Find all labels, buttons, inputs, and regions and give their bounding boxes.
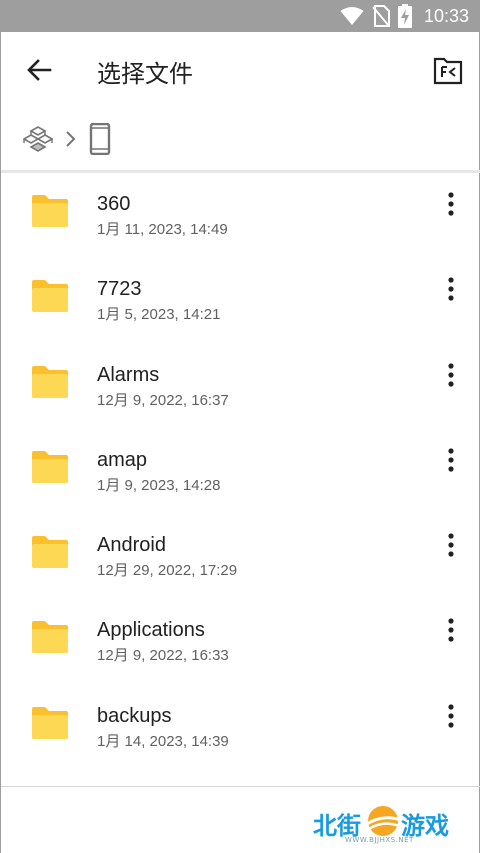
chevron-right-icon bbox=[61, 129, 81, 149]
breadcrumb bbox=[1, 108, 480, 170]
file-name: amap bbox=[97, 448, 148, 471]
list-item[interactable]: amap 1月 9, 2023, 14:28 bbox=[1, 430, 480, 515]
more-options-button[interactable] bbox=[437, 702, 465, 730]
back-button[interactable] bbox=[21, 52, 57, 88]
wifi-icon bbox=[340, 6, 364, 26]
file-date: 1月 9, 2023, 14:28 bbox=[97, 476, 221, 494]
folder-icon bbox=[32, 706, 68, 739]
watermark-logo-icon bbox=[366, 806, 402, 836]
battery-charging-icon bbox=[397, 4, 412, 28]
file-date: 1月 5, 2023, 14:21 bbox=[97, 306, 221, 324]
folder-select-icon bbox=[433, 57, 463, 85]
watermark: 北街 游戏 WWW.BJJHXS.NET bbox=[311, 802, 471, 848]
folder-icon bbox=[32, 621, 68, 654]
file-name: Applications bbox=[97, 619, 205, 642]
breadcrumb-divider bbox=[1, 170, 480, 173]
file-date: 12月 9, 2022, 16:33 bbox=[97, 647, 229, 665]
folder-icon bbox=[32, 536, 68, 569]
arrow-back-icon bbox=[27, 59, 52, 81]
file-name: Alarms bbox=[97, 363, 160, 386]
more-options-button[interactable] bbox=[437, 190, 465, 218]
folder-icon bbox=[32, 280, 68, 313]
no-sim-icon bbox=[372, 5, 390, 27]
file-date: 12月 29, 2022, 17:29 bbox=[97, 562, 238, 580]
more-options-button[interactable] bbox=[437, 275, 465, 303]
file-date: 1月 11, 2023, 14:49 bbox=[97, 221, 228, 238]
file-name: Android bbox=[97, 534, 166, 557]
root-storage-icon[interactable] bbox=[23, 126, 53, 152]
page-title: 选择文件 bbox=[97, 60, 193, 88]
list-item[interactable]: Alarms 12月 9, 2022, 16:37 bbox=[1, 345, 480, 430]
more-vert-icon bbox=[448, 618, 454, 643]
file-list: 360 1月 11, 2023, 14:49 7723 1月 5, 2023, … bbox=[1, 174, 480, 771]
file-date: 1月 14, 2023, 14:39 bbox=[97, 732, 229, 750]
list-item[interactable]: Android 12月 29, 2022, 17:29 bbox=[1, 515, 480, 600]
more-vert-icon bbox=[448, 704, 454, 728]
more-vert-icon bbox=[448, 533, 454, 557]
toolbar: 选择文件 bbox=[1, 32, 480, 108]
list-item[interactable]: 7723 1月 5, 2023, 14:21 bbox=[1, 259, 480, 344]
file-name: 360 bbox=[97, 193, 131, 215]
status-bar: 10:33 bbox=[1, 0, 480, 32]
screen-frame: 10:33 选择文件 360 1月 11, 2023, 14:49 7723 1… bbox=[0, 0, 480, 853]
phone-icon[interactable] bbox=[89, 123, 111, 155]
list-item[interactable]: backups 1月 14, 2023, 14:39 bbox=[1, 686, 480, 771]
more-options-button[interactable] bbox=[437, 361, 465, 389]
more-vert-icon bbox=[448, 362, 454, 387]
watermark-url: WWW.BJJHXS.NET bbox=[345, 836, 414, 844]
more-vert-icon bbox=[448, 277, 454, 301]
select-folder-button[interactable] bbox=[429, 52, 467, 90]
folder-icon bbox=[32, 365, 68, 398]
list-item[interactable]: 360 1月 11, 2023, 14:49 bbox=[1, 174, 480, 259]
bottom-divider bbox=[1, 786, 480, 787]
more-vert-icon bbox=[448, 448, 454, 472]
more-options-button[interactable] bbox=[437, 446, 465, 474]
file-name: backups bbox=[97, 704, 172, 727]
folder-icon bbox=[32, 195, 68, 227]
more-options-button[interactable] bbox=[437, 616, 465, 644]
file-name: 7723 bbox=[97, 278, 142, 301]
file-date: 12月 9, 2022, 16:37 bbox=[97, 391, 229, 409]
more-vert-icon bbox=[448, 192, 454, 216]
more-options-button[interactable] bbox=[437, 531, 465, 559]
folder-icon bbox=[32, 450, 68, 483]
list-item[interactable]: Applications 12月 9, 2022, 16:33 bbox=[1, 600, 480, 685]
status-time: 10:33 bbox=[423, 5, 469, 26]
